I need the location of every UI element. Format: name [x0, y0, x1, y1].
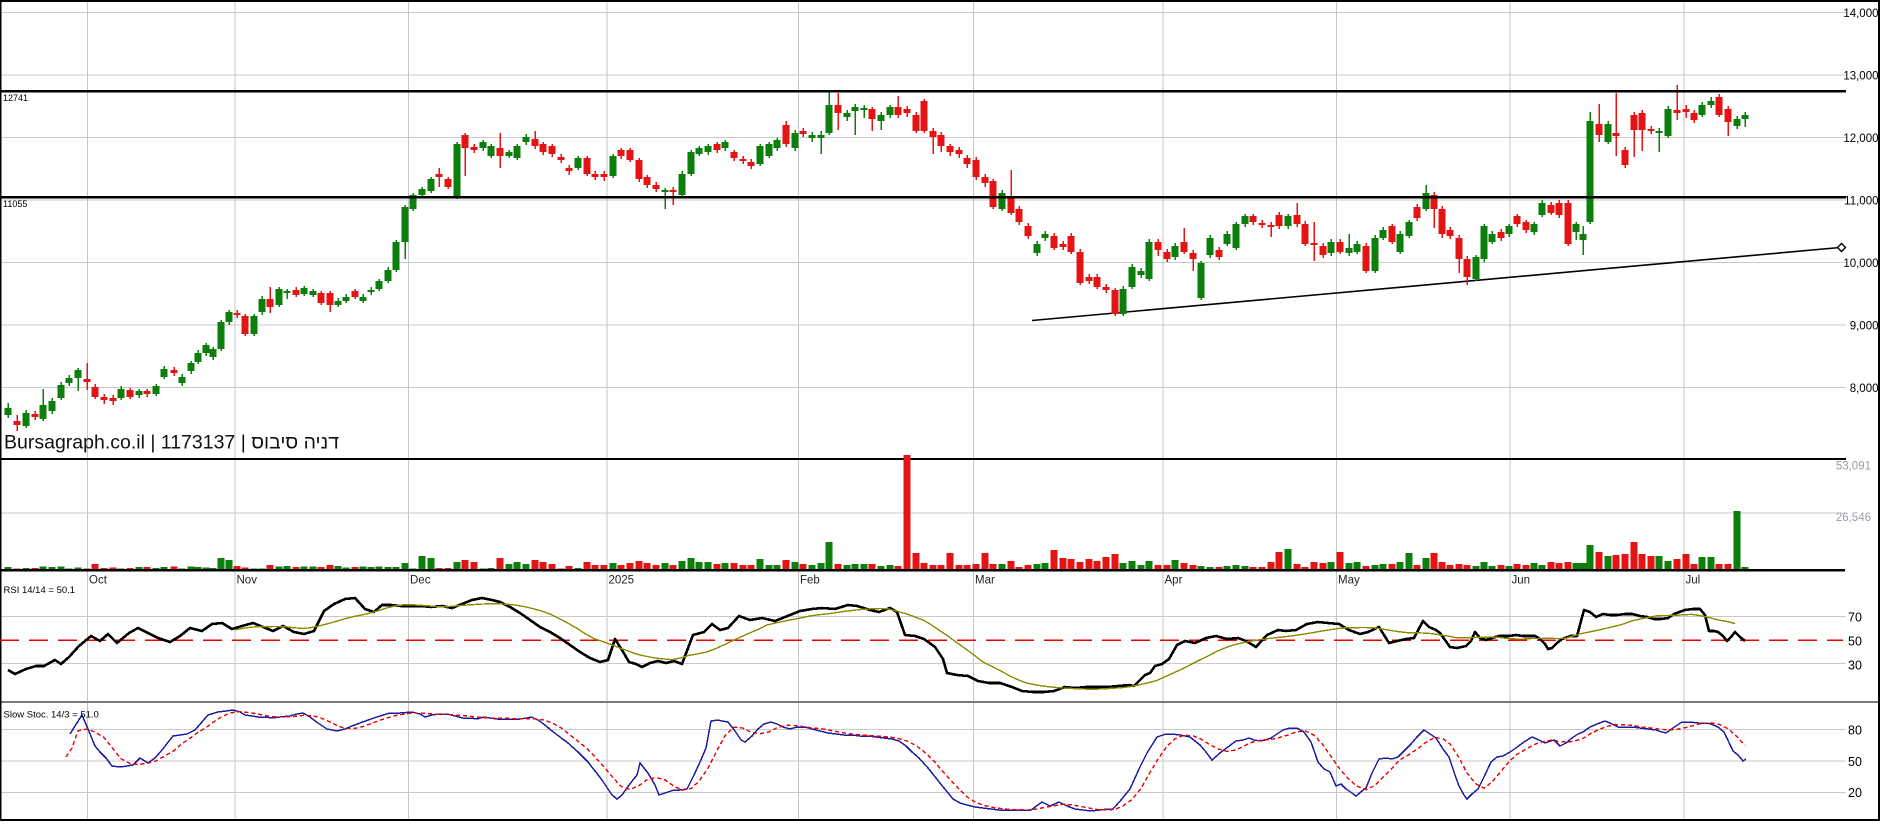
svg-text:8,000: 8,000 — [1850, 383, 1879, 395]
svg-text:9,000: 9,000 — [1850, 320, 1879, 332]
svg-text:30: 30 — [1848, 659, 1862, 673]
svg-text:RSI 14/14 = 50.1: RSI 14/14 = 50.1 — [4, 585, 76, 596]
svg-text:Mar: Mar — [975, 575, 995, 587]
svg-text:20: 20 — [1848, 786, 1862, 800]
svg-text:70: 70 — [1848, 611, 1862, 625]
svg-text:11,000: 11,000 — [1844, 195, 1878, 207]
svg-text:26,546: 26,546 — [1836, 512, 1871, 524]
svg-text:53,091: 53,091 — [1836, 461, 1871, 473]
svg-text:Oct: Oct — [89, 575, 108, 587]
svg-text:80: 80 — [1848, 724, 1862, 738]
svg-text:Jun: Jun — [1512, 575, 1531, 587]
svg-text:50: 50 — [1848, 755, 1862, 769]
svg-text:Nov: Nov — [237, 575, 258, 587]
svg-text:14,000: 14,000 — [1843, 8, 1878, 20]
svg-text:50: 50 — [1848, 635, 1862, 649]
svg-text:Jul: Jul — [1686, 575, 1701, 587]
svg-text:Feb: Feb — [800, 575, 820, 587]
svg-text:Bursagraph.co.il | 1173137 | ד: Bursagraph.co.il | 1173137 | דניה סיבוס — [4, 432, 339, 454]
svg-text:Dec: Dec — [410, 575, 431, 587]
svg-text:May: May — [1338, 575, 1360, 587]
svg-text:Slow Stoc. 14/3 = 51.0: Slow Stoc. 14/3 = 51.0 — [4, 710, 99, 721]
svg-text:10,000: 10,000 — [1843, 258, 1878, 270]
svg-text:12741: 12741 — [3, 93, 28, 103]
svg-text:11055: 11055 — [3, 199, 27, 209]
svg-text:13,000: 13,000 — [1843, 70, 1878, 82]
svg-text:2025: 2025 — [609, 575, 635, 587]
svg-text:Apr: Apr — [1165, 575, 1183, 587]
svg-text:12,000: 12,000 — [1843, 133, 1878, 145]
